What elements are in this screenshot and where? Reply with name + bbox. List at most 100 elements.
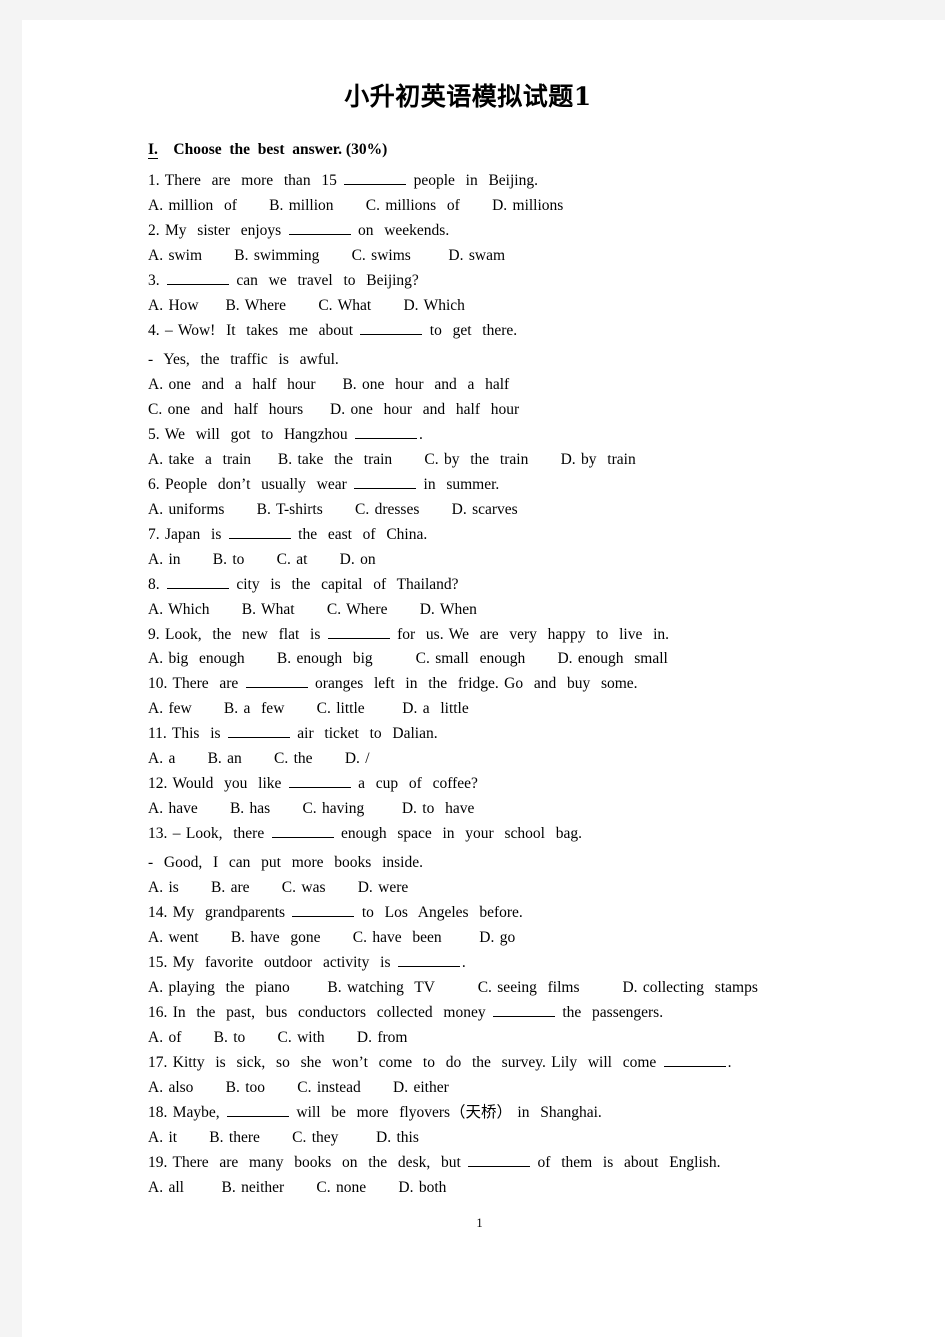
question-text: 17. Kitty is sick, so she won’t come to … bbox=[148, 1054, 662, 1072]
question-text-tail: air ticket to Dalian. bbox=[291, 725, 438, 743]
question-text: 11. This is bbox=[148, 725, 226, 743]
question-text: A. in B. to C. at D. on bbox=[148, 550, 376, 568]
question-line: 12. Would you like a cup of coffee? bbox=[148, 772, 848, 797]
question-text: A. is B. are C. was D. were bbox=[148, 879, 409, 897]
answer-blank bbox=[397, 952, 460, 968]
question-line: 9. Look, the new flat is for us. We are … bbox=[148, 623, 848, 648]
question-text: A. playing the piano B. watching TV C. s… bbox=[148, 979, 758, 997]
question-line: A. Which B. What C. Where D. When bbox=[148, 598, 848, 623]
question-line: A. take a train B. take the train C. by … bbox=[148, 448, 848, 473]
answer-blank bbox=[292, 902, 355, 918]
question-text: C. one and half hours D. one hour and ha… bbox=[148, 400, 520, 418]
question-text-tail: . bbox=[461, 954, 466, 972]
answer-blank bbox=[355, 423, 418, 439]
question-line: 17. Kitty is sick, so she won’t come to … bbox=[148, 1051, 848, 1076]
question-line: C. one and half hours D. one hour and ha… bbox=[148, 398, 848, 423]
section-heading-label: Choose the best answer. (30%) bbox=[173, 141, 388, 158]
answer-blank bbox=[288, 773, 351, 789]
question-text: 7. Japan is bbox=[148, 525, 227, 543]
section-heading: I. Choose the best answer. (30%) bbox=[148, 138, 848, 162]
question-text: - Yes, the traffic is awful. bbox=[148, 351, 339, 369]
answer-blank bbox=[663, 1051, 726, 1068]
question-text-tail: on weekends. bbox=[352, 221, 450, 239]
question-line: 16. In the past, bus conductors collecte… bbox=[148, 1001, 848, 1026]
question-line: 5. We will got to Hangzhou . bbox=[148, 423, 848, 448]
question-line: A. also B. too C. instead D. either bbox=[148, 1076, 848, 1101]
question-text: 10. There are bbox=[148, 675, 244, 693]
question-text-tail: oranges left in the fridge. Go and buy s… bbox=[309, 675, 638, 693]
question-line: - Yes, the traffic is awful. bbox=[148, 344, 848, 373]
question-text-tail: for us. We are very happy to live in. bbox=[391, 625, 670, 643]
answer-blank bbox=[167, 573, 229, 589]
question-line: 19. There are many books on the desk, bu… bbox=[148, 1151, 848, 1176]
question-list: 1. There are more than 15 people in Beij… bbox=[148, 169, 848, 1201]
question-text: A. have B. has C. having D. to have bbox=[148, 800, 475, 818]
question-text: 13. – Look, there bbox=[148, 825, 270, 843]
question-text-tail: the east of China. bbox=[292, 525, 428, 543]
question-line: 1. There are more than 15 people in Beij… bbox=[148, 169, 848, 194]
question-text: A. one and a half hour B. one hour and a… bbox=[148, 375, 510, 393]
question-line: A. went B. have gone C. have been D. go bbox=[148, 926, 848, 951]
question-line: A. How B. Where C. What D. Which bbox=[148, 294, 848, 319]
answer-blank bbox=[227, 1101, 290, 1117]
question-line: A. few B. a few C. little D. a little bbox=[148, 697, 848, 722]
question-text-tail: the passengers. bbox=[556, 1004, 664, 1022]
question-text-tail: can we travel to Beijing? bbox=[231, 271, 419, 289]
document-page: 小升初英语模拟试题1 I. Choose the best answer. (3… bbox=[22, 20, 945, 1337]
question-line: A. uniforms B. T-shirts C. dresses D. sc… bbox=[148, 498, 848, 523]
question-line: 8. city is the capital of Thailand? bbox=[148, 573, 848, 598]
question-line: 18. Maybe, will be more flyovers（天桥） in … bbox=[148, 1101, 848, 1126]
answer-blank bbox=[288, 219, 351, 235]
question-text: A. of B. to C. with D. from bbox=[148, 1029, 408, 1047]
question-line: A. big enough B. enough big C. small eno… bbox=[148, 647, 848, 672]
question-text-tail: to get there. bbox=[424, 321, 518, 339]
question-text: A. million of B. million C. millions of … bbox=[148, 196, 564, 214]
page-number: 1 bbox=[476, 1216, 483, 1230]
question-text-tail: . bbox=[419, 425, 423, 443]
section-number: I. bbox=[148, 141, 158, 159]
answer-blank bbox=[360, 319, 423, 335]
question-text-tail: in summer. bbox=[418, 475, 500, 493]
question-text: - Good, I can put more books inside. bbox=[148, 854, 423, 872]
question-line: 11. This is air ticket to Dalian. bbox=[148, 722, 848, 747]
question-line: 14. My grandparents to Los Angeles befor… bbox=[148, 901, 848, 926]
answer-blank bbox=[245, 673, 308, 689]
question-line: A. playing the piano B. watching TV C. s… bbox=[148, 976, 848, 1001]
question-text: 2. My sister enjoys bbox=[148, 221, 287, 239]
page-title: 小升初英语模拟试题1 bbox=[344, 82, 592, 111]
question-line: A. swim B. swimming C. swims D. swam bbox=[148, 244, 848, 269]
question-line: A. all B. neither C. none D. both bbox=[148, 1176, 848, 1201]
question-line: A. one and a half hour B. one hour and a… bbox=[148, 373, 848, 398]
question-line: A. of B. to C. with D. from bbox=[148, 1026, 848, 1051]
question-text: A. few B. a few C. little D. a little bbox=[148, 700, 469, 718]
question-text: A. big enough B. enough big C. small eno… bbox=[148, 650, 668, 668]
question-line: 3. can we travel to Beijing? bbox=[148, 269, 848, 294]
question-line: A. million of B. million C. millions of … bbox=[148, 194, 848, 219]
question-text: A. uniforms B. T-shirts C. dresses D. sc… bbox=[148, 500, 518, 518]
answer-blank bbox=[354, 473, 417, 489]
answer-blank bbox=[167, 269, 229, 285]
question-text: A. How B. Where C. What D. Which bbox=[148, 296, 465, 314]
answer-blank bbox=[344, 169, 407, 186]
question-line: - Good, I can put more books inside. bbox=[148, 847, 848, 876]
question-text: A. swim B. swimming C. swims D. swam bbox=[148, 246, 506, 264]
question-text: 6. People don’t usually wear bbox=[148, 475, 353, 493]
question-text: 16. In the past, bus conductors collecte… bbox=[148, 1004, 491, 1022]
question-line: 7. Japan is the east of China. bbox=[148, 523, 848, 548]
question-text-tail: to Los Angeles before. bbox=[356, 904, 523, 922]
question-text: 15. My favorite outdoor activity is bbox=[148, 954, 396, 972]
question-text-tail: of them is about English. bbox=[532, 1153, 721, 1171]
answer-blank bbox=[327, 623, 390, 639]
question-line: A. it B. there C. they D. this bbox=[148, 1126, 848, 1151]
question-text-tail: people in Beijing. bbox=[408, 172, 538, 190]
question-text: 12. Would you like bbox=[148, 775, 287, 793]
question-text: A. Which B. What C. Where D. When bbox=[148, 600, 477, 618]
answer-blank bbox=[227, 723, 290, 739]
question-line: 15. My favorite outdoor activity is . bbox=[148, 951, 848, 976]
question-text: 18. Maybe, bbox=[148, 1103, 226, 1121]
question-line: A. is B. are C. was D. were bbox=[148, 876, 848, 901]
question-text: 4. – Wow! It takes me about bbox=[148, 321, 359, 339]
question-text: 8. bbox=[148, 575, 165, 593]
question-text: A. it B. there C. they D. this bbox=[148, 1128, 419, 1146]
question-text-tail: . bbox=[727, 1054, 732, 1072]
